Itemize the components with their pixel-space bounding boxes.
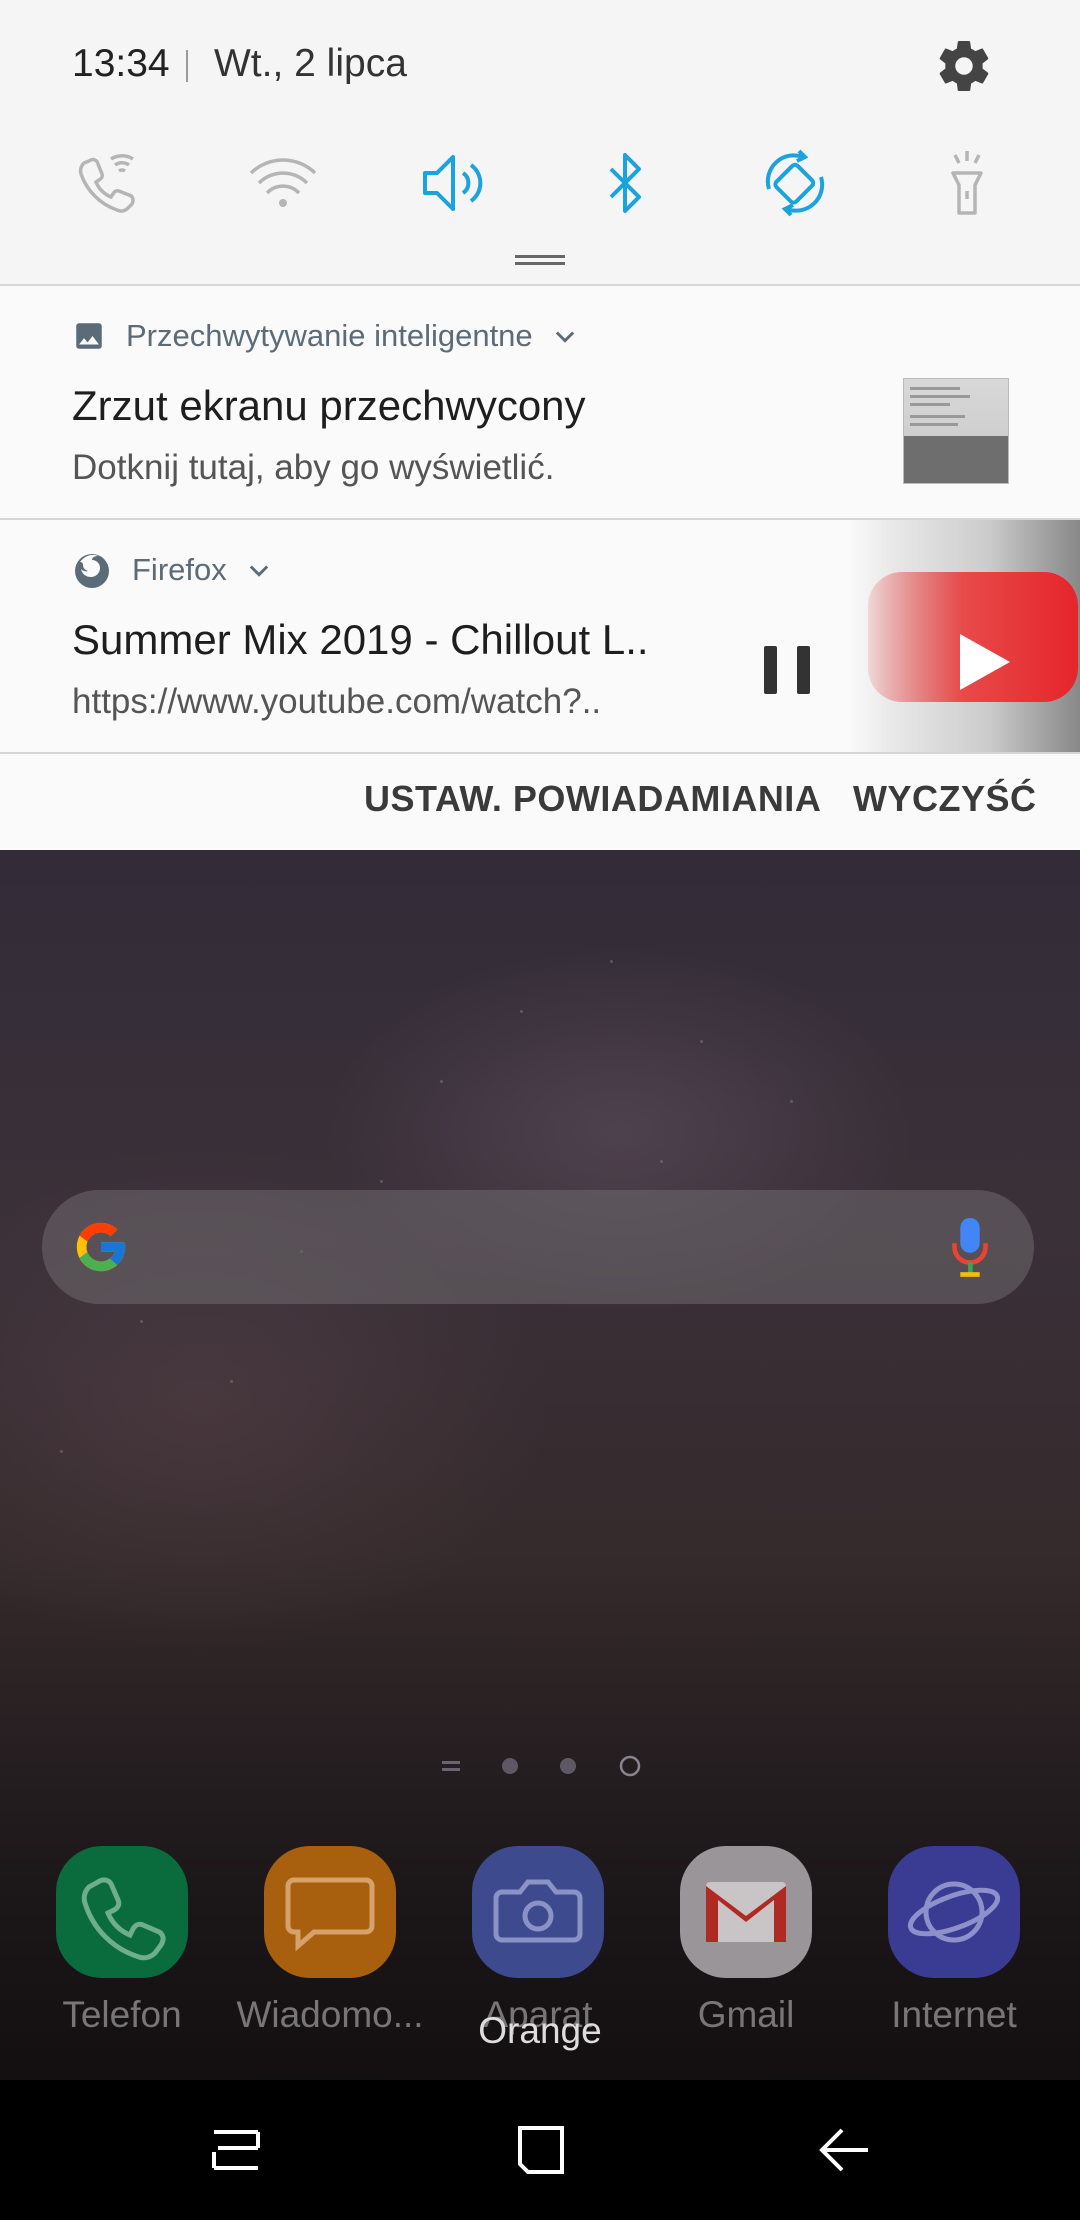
play-icon xyxy=(960,634,1010,690)
phone-icon xyxy=(56,1846,188,1978)
home-button-icon[interactable] xyxy=(508,2118,572,2182)
wifi-calling-icon xyxy=(78,154,135,213)
bluetooth-icon xyxy=(609,153,641,213)
notification-actions: USTAW. POWIADAMIANIA WYCZYŚĆ xyxy=(0,754,1080,850)
screenshot-thumbnail[interactable] xyxy=(903,378,1009,484)
auto-rotate-icon xyxy=(765,149,825,217)
chevron-down-icon[interactable] xyxy=(245,556,273,584)
firefox-icon xyxy=(75,554,109,588)
notification-title: Zrzut ekranu przechwycony xyxy=(72,382,586,429)
panel-drag-handle[interactable] xyxy=(515,255,565,265)
dock-app-gmail[interactable]: Gmail xyxy=(680,1846,812,2035)
page-indicator xyxy=(442,1752,642,1785)
notification-text: Dotknij tutaj, aby go wyświetlić. xyxy=(72,448,555,487)
sound-icon xyxy=(423,155,483,211)
notification-screenshot[interactable]: Przechwytywanie inteligentne Zrzut ekran… xyxy=(0,286,1080,518)
dock-app-aparat[interactable]: Aparat xyxy=(472,1846,604,2035)
qs-sound[interactable] xyxy=(410,138,500,228)
microphone-icon[interactable] xyxy=(950,1216,990,1278)
dock-app-wiadomosci[interactable]: Wiadomo... xyxy=(236,1846,424,2035)
qs-auto-rotate[interactable] xyxy=(750,138,840,228)
notification-title: Summer Mix 2019 - Chillout L.. xyxy=(72,616,649,663)
carrier-label: Orange xyxy=(478,2010,602,2051)
youtube-artwork xyxy=(848,520,1080,752)
notification-app-name: Firefox xyxy=(132,552,227,587)
clear-button[interactable]: WYCZYŚĆ xyxy=(853,778,1037,820)
camera-icon xyxy=(472,1846,604,1978)
date: Wt., 2 lipca xyxy=(214,42,407,85)
header-separator xyxy=(186,50,188,82)
notification-settings-button[interactable]: USTAW. POWIADAMIANIA xyxy=(364,778,821,820)
shade-header: 13:34 Wt., 2 lipca xyxy=(0,0,1080,132)
google-search-bar[interactable] xyxy=(42,1190,1034,1304)
notification-panel: 13:34 Wt., 2 lipca Przechwytywanie intel… xyxy=(0,0,1080,850)
dock-app-internet[interactable]: Internet xyxy=(888,1846,1020,2035)
flashlight-icon xyxy=(951,151,983,215)
image-icon xyxy=(76,323,102,349)
clock: 13:34 xyxy=(72,42,170,85)
chevron-down-icon[interactable] xyxy=(551,322,579,350)
pause-button[interactable] xyxy=(764,646,810,702)
youtube-logo-icon xyxy=(868,572,1078,702)
dock-app-telefon[interactable]: Telefon xyxy=(56,1846,188,2035)
back-icon[interactable] xyxy=(812,2118,876,2182)
qs-wifi[interactable] xyxy=(238,138,328,228)
qs-wifi-calling[interactable] xyxy=(66,138,156,228)
notification-firefox-media[interactable]: Firefox Summer Mix 2019 - Chillout L.. h… xyxy=(0,520,1080,752)
navigation-bar xyxy=(0,2080,1080,2220)
notification-header: Przechwytywanie inteligentne xyxy=(72,314,579,358)
notification-text: https://www.youtube.com/watch?.. xyxy=(72,682,602,721)
internet-icon xyxy=(888,1846,1020,1978)
qs-flashlight[interactable] xyxy=(922,138,1012,228)
qs-bluetooth[interactable] xyxy=(580,138,670,228)
wifi-icon xyxy=(249,158,317,207)
google-logo-icon xyxy=(76,1222,126,1272)
messages-icon xyxy=(264,1846,396,1978)
recent-apps-icon[interactable] xyxy=(204,2118,268,2182)
gmail-icon xyxy=(680,1846,812,1978)
notification-header: Firefox xyxy=(72,548,273,592)
notification-app-name: Przechwytywanie inteligentne xyxy=(126,318,533,353)
gear-icon[interactable] xyxy=(934,36,994,96)
